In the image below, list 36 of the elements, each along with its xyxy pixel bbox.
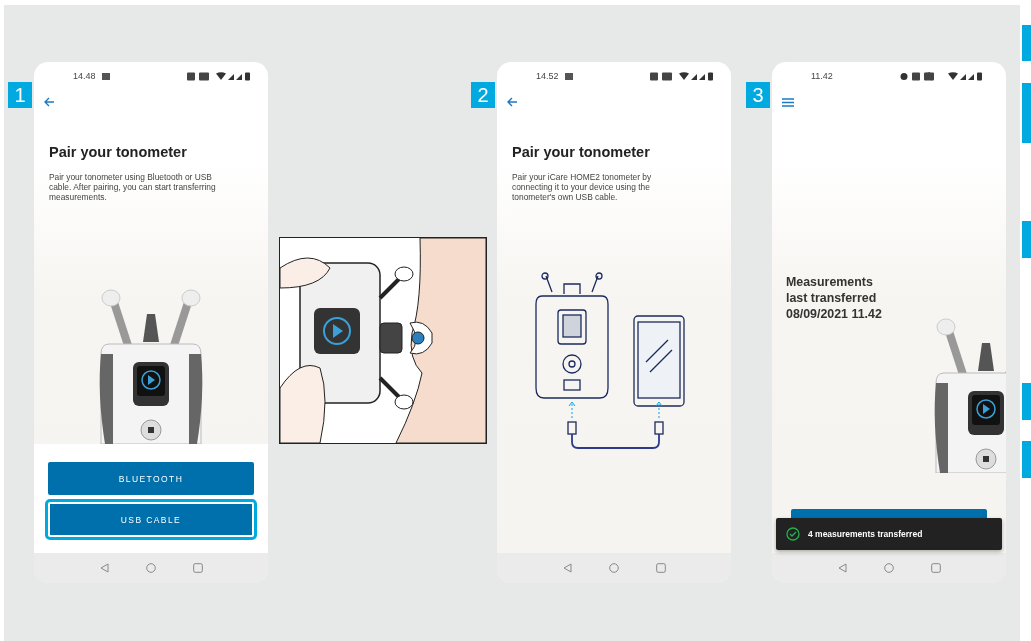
step-number: 3 bbox=[746, 82, 770, 108]
back-nav-icon[interactable] bbox=[562, 563, 572, 573]
home-nav-icon[interactable] bbox=[608, 563, 619, 573]
recents-nav-icon[interactable] bbox=[655, 563, 666, 573]
status-time: 14.52 bbox=[536, 71, 559, 81]
side-marker bbox=[1022, 221, 1031, 258]
side-marker bbox=[1022, 83, 1031, 143]
back-nav-icon[interactable] bbox=[837, 563, 847, 573]
check-circle-icon bbox=[786, 527, 800, 541]
screen-description: Pair your iCare HOME2 tonometer by connecting it to your device using the tonometer's own USB cable. bbox=[512, 172, 653, 202]
back-nav-icon[interactable] bbox=[99, 563, 109, 573]
menu-icon[interactable] bbox=[782, 97, 794, 107]
back-arrow-icon[interactable] bbox=[507, 97, 518, 107]
image-icon bbox=[101, 72, 110, 80]
screen-description: Pair your tonometer using Bluetooth or USB cable. After pairing, you can start transferring measurements. bbox=[49, 172, 217, 202]
status-time: 14.48 bbox=[73, 71, 96, 81]
screen-title: Pair your tonometer bbox=[512, 144, 651, 160]
option-button[interactable]: BLUETOOTH bbox=[48, 462, 254, 495]
screen-title: Pair your tonometer bbox=[49, 144, 188, 160]
recents-nav-icon[interactable] bbox=[930, 563, 941, 573]
home-nav-icon[interactable] bbox=[145, 563, 156, 573]
status-time: 11.42 bbox=[811, 71, 833, 81]
option-button[interactable]: USB CABLE bbox=[48, 502, 254, 537]
recents-nav-icon[interactable] bbox=[192, 563, 203, 573]
step-number: 2 bbox=[471, 82, 495, 108]
step-number: 1 bbox=[8, 82, 32, 108]
side-marker bbox=[1022, 383, 1031, 420]
transfer-summary-text: last transferred bbox=[786, 290, 878, 306]
side-marker bbox=[1022, 441, 1031, 478]
back-arrow-icon[interactable] bbox=[44, 97, 55, 107]
toast-text: 4 measurements transferred bbox=[808, 529, 923, 539]
side-marker bbox=[1022, 25, 1031, 61]
image-icon bbox=[564, 72, 573, 80]
transfer-summary-text: 08/09/2021 11.42 bbox=[786, 306, 882, 322]
transfer-summary-text: Measurements bbox=[786, 274, 874, 290]
home-nav-icon[interactable] bbox=[883, 563, 894, 573]
